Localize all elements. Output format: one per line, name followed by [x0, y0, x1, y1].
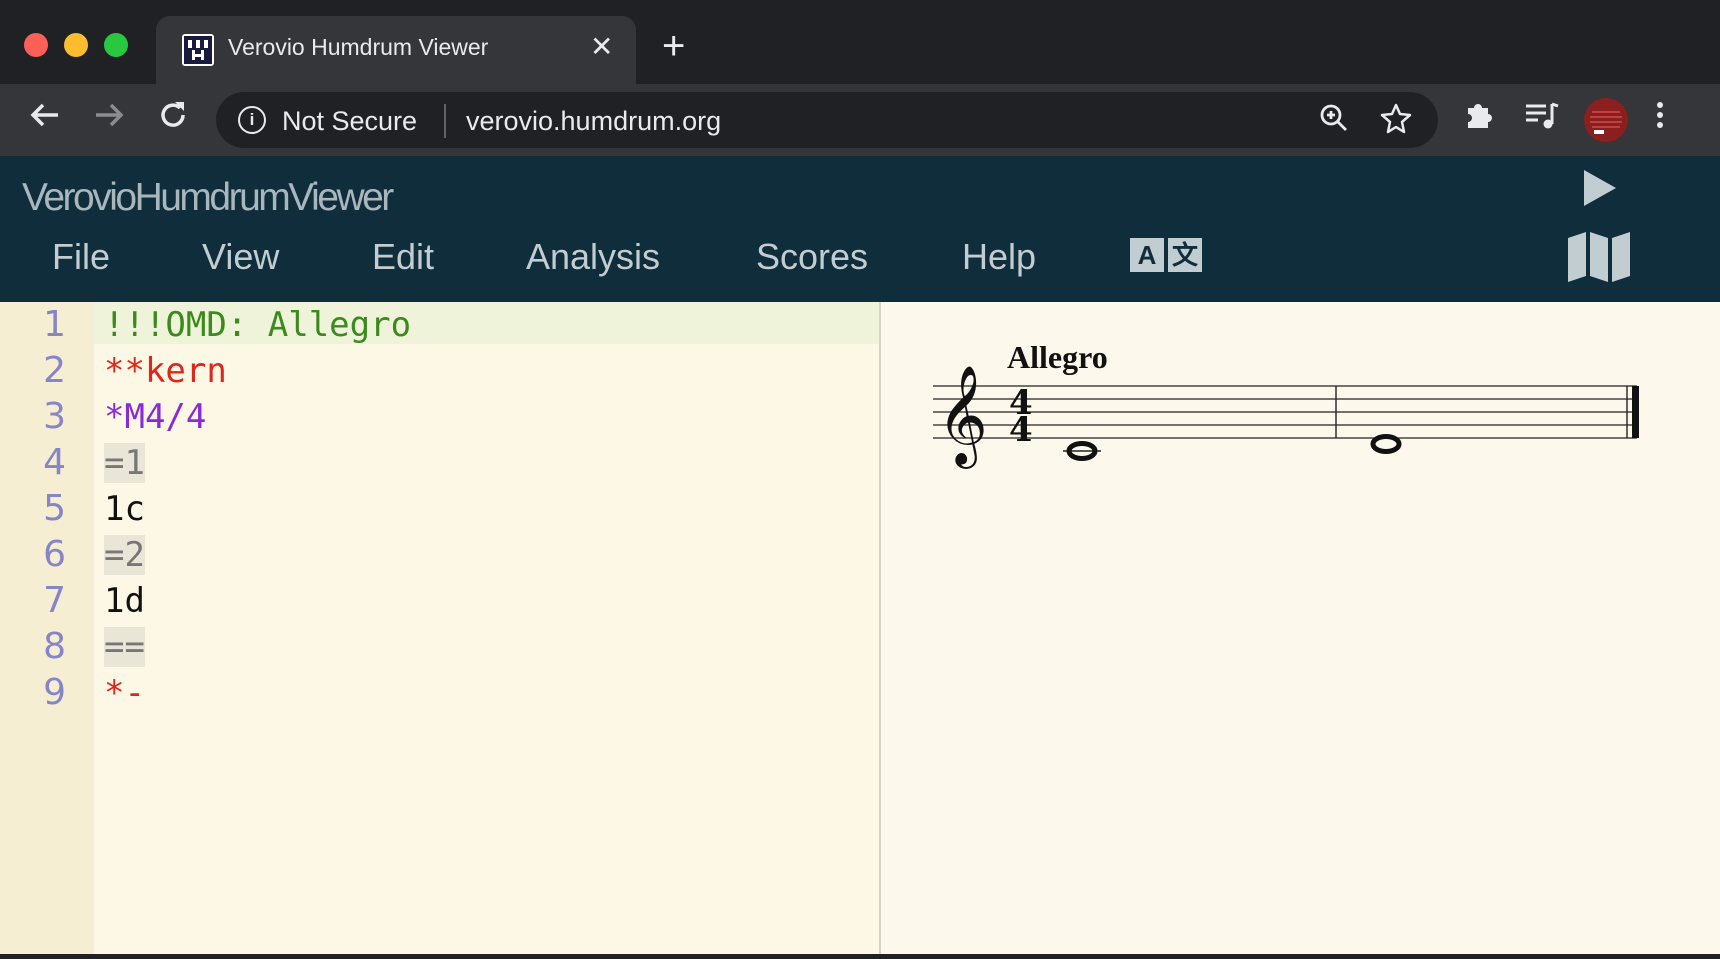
map-icon[interactable]	[1566, 230, 1632, 287]
treble-clef-icon: 𝄞	[937, 365, 988, 469]
new-tab-button[interactable]: +	[662, 26, 685, 66]
code-line-text: *M4/4	[104, 397, 207, 437]
line-number: 1	[43, 304, 66, 345]
tab-close-icon[interactable]: ✕	[590, 30, 613, 63]
line-number: 4	[43, 442, 66, 483]
browser-toolbar: i Not Secure verovio.humdrum.org	[0, 84, 1720, 156]
media-queue-icon[interactable]	[1524, 98, 1560, 143]
menu-analysis[interactable]: Analysis	[526, 236, 660, 278]
code-line[interactable]: *-	[104, 670, 145, 716]
reload-icon[interactable]	[156, 98, 190, 141]
address-bar[interactable]: i Not Secure verovio.humdrum.org	[216, 92, 1438, 148]
code-line-text: *-	[104, 673, 145, 713]
verovio-favicon-icon	[182, 34, 214, 66]
language-translate-icon[interactable]: A文	[1130, 238, 1206, 272]
menu-edit[interactable]: Edit	[372, 236, 434, 278]
app-title: VerovioHumdrumViewer	[22, 176, 394, 219]
line-number: 5	[43, 488, 66, 529]
code-line[interactable]: *M4/4	[104, 394, 206, 440]
line-number: 9	[43, 672, 66, 713]
close-window-button[interactable]	[24, 33, 48, 57]
code-line-text: 1c	[104, 489, 145, 529]
menu-scores[interactable]: Scores	[756, 236, 868, 278]
score-svg: 𝄞 4 4 Allegro	[933, 339, 1639, 469]
bookmark-star-icon[interactable]	[1380, 102, 1412, 141]
back-arrow-icon[interactable]	[28, 98, 62, 141]
code-line[interactable]: !!!OMD: Allegro	[104, 302, 411, 348]
info-icon[interactable]: i	[238, 106, 266, 134]
line-number: 6	[43, 534, 66, 575]
line-number: 7	[43, 580, 66, 621]
window-titlebar: Verovio Humdrum Viewer ✕ +	[0, 0, 1720, 84]
url-separator	[444, 104, 446, 138]
tempo-text: Allegro	[1007, 339, 1108, 375]
more-options-icon[interactable]	[1654, 98, 1666, 143]
menu-view[interactable]: View	[202, 236, 279, 278]
zoom-window-button[interactable]	[104, 33, 128, 57]
music-notation-view[interactable]: 𝄞 4 4 Allegro	[881, 302, 1720, 954]
code-line[interactable]: ==	[104, 624, 145, 670]
lang-glyph-latin: A	[1130, 238, 1164, 272]
url-text[interactable]: verovio.humdrum.org	[466, 106, 721, 137]
minimize-window-button[interactable]	[64, 33, 88, 57]
line-number: 3	[43, 396, 66, 437]
code-line-text: ==	[104, 627, 145, 667]
lang-glyph-cjk: 文	[1168, 238, 1202, 272]
code-line-text: !!!OMD: Allegro	[104, 305, 412, 345]
whole-note-d[interactable]	[1370, 434, 1402, 454]
app-header: VerovioHumdrumViewer File View Edit Anal…	[0, 156, 1720, 302]
code-line[interactable]: 1c	[104, 486, 145, 532]
security-label[interactable]: Not Secure	[282, 106, 417, 137]
menu-file[interactable]: File	[52, 236, 110, 278]
play-icon[interactable]	[1584, 170, 1616, 206]
time-signature-bottom: 4	[1009, 410, 1033, 450]
code-line[interactable]: =2	[104, 532, 145, 578]
code-line-text: 1d	[104, 581, 145, 621]
code-line-text: **kern	[104, 351, 227, 391]
code-line[interactable]: =1	[104, 440, 145, 486]
extensions-puzzle-icon[interactable]	[1462, 98, 1496, 143]
line-number: 8	[43, 626, 66, 667]
zoom-magnifier-icon[interactable]	[1318, 102, 1350, 141]
forward-arrow-icon[interactable]	[92, 98, 126, 141]
final-barline-thick	[1632, 386, 1639, 438]
staff-lines	[933, 385, 1637, 439]
tab-title: Verovio Humdrum Viewer	[228, 34, 489, 60]
browser-tab[interactable]: Verovio Humdrum Viewer ✕	[156, 16, 636, 84]
code-line-text: =2	[104, 535, 145, 575]
code-line[interactable]: 1d	[104, 578, 145, 624]
humdrum-text-editor[interactable]: 1 !!!OMD: Allegro 2 **kern 3 *M4/4 4 =1 5 1c 6 =2 7 1…	[0, 302, 880, 954]
code-line-text: =1	[104, 443, 145, 483]
menu-help[interactable]: Help	[962, 236, 1036, 278]
code-line[interactable]: **kern	[104, 348, 227, 394]
profile-avatar[interactable]	[1584, 98, 1628, 142]
line-number: 2	[43, 350, 66, 391]
